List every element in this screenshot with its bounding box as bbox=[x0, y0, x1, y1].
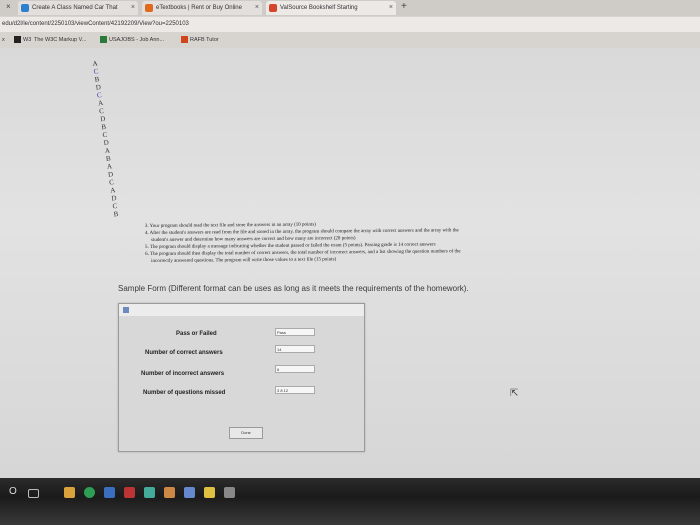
incorrect-answers-field[interactable]: 6 bbox=[275, 365, 315, 373]
mouse-cursor-icon: ⇱ bbox=[510, 388, 519, 399]
taskbar: O bbox=[0, 478, 700, 525]
homework-instructions: 3. Your program should read the text fil… bbox=[145, 219, 615, 265]
bookmarks-prefix: x bbox=[2, 37, 5, 43]
done-button[interactable]: Done bbox=[229, 427, 263, 439]
bookmark-rafb[interactable]: RAFB Tutor bbox=[181, 33, 219, 47]
tab-favicon-icon bbox=[269, 4, 277, 12]
tab-label: Create A Class Named Car That bbox=[32, 5, 118, 11]
chrome-icon[interactable] bbox=[84, 487, 95, 498]
task-view-icon[interactable] bbox=[28, 489, 39, 498]
tab-etextbooks[interactable]: eTextbooks | Rent or Buy Online × bbox=[142, 1, 262, 15]
form-app-icon bbox=[123, 307, 129, 313]
app-icon-3[interactable] bbox=[144, 487, 155, 498]
app-icon-4[interactable] bbox=[164, 487, 175, 498]
address-bar[interactable]: edu/d2l/le/content/2250103/viewContent/4… bbox=[0, 17, 700, 32]
sample-form-window: Pass or Failed Pass Number of correct an… bbox=[118, 303, 365, 452]
sample-form-heading: Sample Form (Different format can be use… bbox=[118, 284, 469, 293]
app-icon-6[interactable] bbox=[204, 487, 215, 498]
address-url: edu/d2l/le/content/2250103/viewContent/4… bbox=[2, 21, 189, 27]
incorrect-answers-label: Number of incorrect answers bbox=[141, 371, 225, 377]
bookmark-label: The W3C Markup V... bbox=[34, 37, 87, 43]
bookmark-label: W3 bbox=[23, 37, 32, 43]
form-title-bar bbox=[119, 304, 364, 316]
tab-favicon-icon bbox=[145, 4, 153, 12]
correct-answers-label: Number of correct answers bbox=[145, 350, 223, 356]
tab-close-icon[interactable]: × bbox=[255, 1, 259, 15]
app-icon-2[interactable] bbox=[124, 487, 135, 498]
tab-valsource[interactable]: ValSource Bookshelf Starting × bbox=[266, 1, 396, 15]
tab-label: eTextbooks | Rent or Buy Online bbox=[156, 5, 242, 11]
tab-close-icon[interactable]: × bbox=[131, 1, 135, 15]
bookmark-icon bbox=[14, 36, 21, 44]
tab-label: ValSource Bookshelf Starting bbox=[280, 5, 358, 11]
app-icon-1[interactable] bbox=[104, 487, 115, 498]
correct-answers-field[interactable]: 14 bbox=[275, 345, 315, 353]
bookmark-icon bbox=[181, 36, 188, 44]
bookmark-label: USAJOBS - Job Ann... bbox=[109, 37, 165, 43]
app-icon-5[interactable] bbox=[184, 487, 195, 498]
bookmarks-bar: x W3 The W3C Markup V... USAJOBS - Job A… bbox=[0, 33, 700, 47]
bookmark-label: RAFB Tutor bbox=[190, 37, 219, 43]
tab-close-icon[interactable]: × bbox=[389, 1, 393, 15]
tab-create-class[interactable]: Create A Class Named Car That × bbox=[18, 1, 138, 15]
bookmark-icon bbox=[100, 36, 107, 44]
questions-missed-label: Number of questions missed bbox=[143, 390, 226, 396]
file-explorer-icon[interactable] bbox=[64, 487, 75, 498]
pass-fail-label: Pass or Failed bbox=[176, 331, 217, 337]
new-tab-button[interactable]: + bbox=[401, 1, 407, 12]
tab-strip: × Create A Class Named Car That × eTextb… bbox=[0, 0, 700, 16]
pass-fail-field[interactable]: Pass bbox=[275, 328, 315, 336]
bookmark-w3[interactable]: W3 bbox=[14, 33, 31, 47]
questions-missed-field[interactable]: 3 8 12 bbox=[275, 386, 315, 394]
start-button[interactable]: O bbox=[9, 486, 17, 497]
bookmark-w3c[interactable]: The W3C Markup V... bbox=[34, 33, 86, 47]
bookmark-usajobs[interactable]: USAJOBS - Job Ann... bbox=[100, 33, 164, 47]
app-icon-7[interactable] bbox=[224, 487, 235, 498]
tab-favicon-icon bbox=[21, 4, 29, 12]
window-close-icon[interactable]: × bbox=[6, 2, 11, 11]
